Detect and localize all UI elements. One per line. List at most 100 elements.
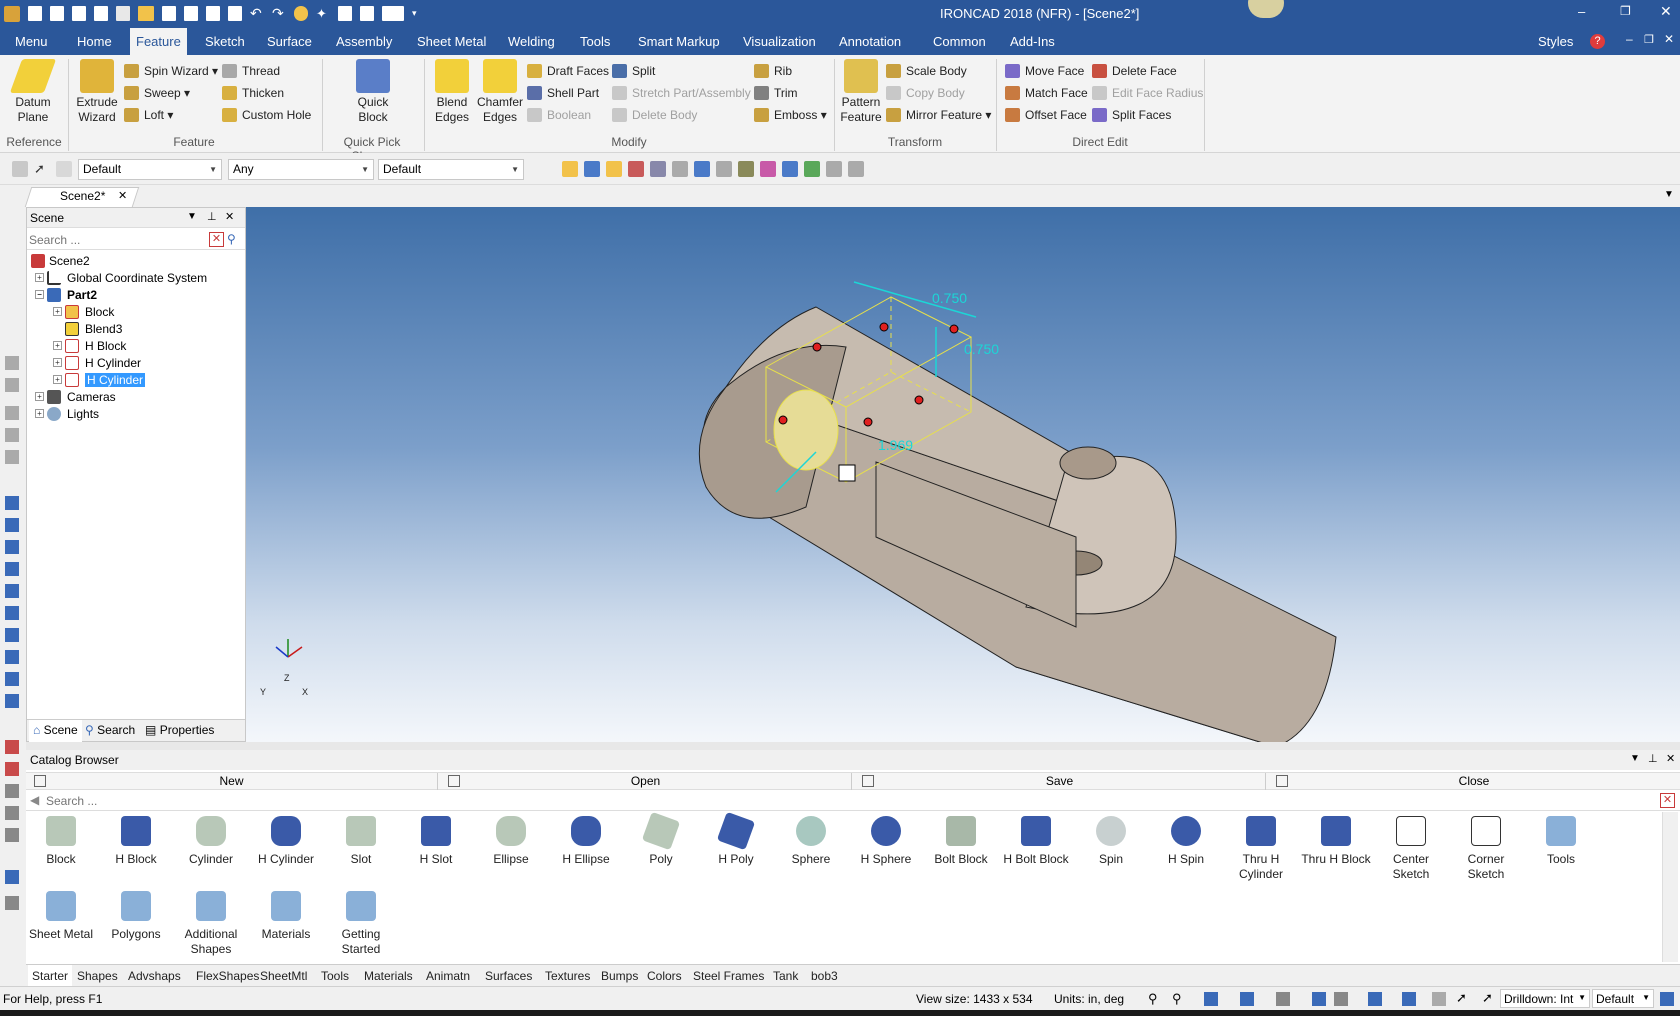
customize-icon[interactable]: ▾ — [412, 6, 422, 21]
tab-list-icon[interactable]: ▼ — [1664, 189, 1674, 200]
catalog-tab-tank[interactable]: Tank — [769, 965, 802, 987]
catalog-item-center-sketch[interactable]: Center Sketch — [1376, 812, 1446, 882]
search-options-icon[interactable]: ⚲ — [227, 232, 242, 247]
mirror-feature-button[interactable]: Mirror Feature ▾ — [886, 105, 991, 125]
table-icon[interactable] — [716, 161, 732, 177]
tool-icon[interactable] — [5, 496, 19, 510]
export-icon[interactable] — [650, 161, 666, 177]
shell-part-button[interactable]: Shell Part — [527, 83, 599, 103]
catalog-item-cylinder[interactable]: Cylinder — [176, 812, 246, 867]
tab-visualization[interactable]: Visualization — [737, 28, 822, 55]
tree-item-h-cylinder-selected[interactable]: + H Cylinder — [53, 371, 146, 389]
mail-icon[interactable] — [94, 6, 108, 21]
list-icon[interactable] — [360, 6, 374, 21]
tool-icon[interactable] — [5, 356, 19, 370]
stretch-button[interactable]: Stretch Part/Assembly — [612, 83, 751, 103]
cursor-icon[interactable]: ➚ — [1456, 990, 1467, 1006]
clear-search-icon[interactable]: ✕ — [1660, 793, 1675, 808]
trim-button[interactable]: Trim — [754, 83, 798, 103]
catalog-item-sphere[interactable]: Sphere — [776, 812, 846, 867]
catalog-tab-advshaps[interactable]: Advshaps — [124, 965, 185, 987]
collapse-icon[interactable]: − — [35, 290, 44, 299]
catalog-item-thru-h-cylinder[interactable]: Thru H Cylinder — [1226, 812, 1296, 882]
expand-icon[interactable]: + — [53, 375, 62, 384]
restore-button[interactable]: ❐ — [1620, 4, 1631, 18]
doc-minimize-button[interactable]: – — [1626, 32, 1633, 46]
catalog-item-ellipse[interactable]: Ellipse — [476, 812, 546, 867]
spin-wizard-button[interactable]: Spin Wizard ▾ — [124, 61, 218, 81]
star-icon[interactable]: ✦ — [316, 6, 330, 21]
tree-item-part2[interactable]: − Part2 — [35, 286, 97, 304]
match-face-button[interactable]: Match Face — [1005, 83, 1088, 103]
glasses-icon[interactable] — [1334, 992, 1348, 1006]
settings-icon[interactable] — [848, 161, 864, 177]
tab-smart-markup[interactable]: Smart Markup — [632, 28, 726, 55]
catalog-item-block[interactable]: Block — [26, 812, 96, 867]
save-as-icon[interactable] — [184, 6, 198, 21]
close-icon[interactable]: ✕ — [118, 189, 127, 202]
close-all-icon[interactable] — [72, 6, 86, 21]
thicken-button[interactable]: Thicken — [222, 83, 284, 103]
tool-icon[interactable] — [5, 406, 19, 420]
grid-icon[interactable] — [338, 6, 352, 21]
close-doc-icon[interactable] — [50, 6, 64, 21]
tool-icon[interactable] — [5, 806, 19, 820]
chevron-down-icon[interactable]: ▼ — [1630, 753, 1640, 764]
catalog-item-materials[interactable]: Materials — [251, 887, 321, 942]
open-folder-icon[interactable] — [562, 161, 578, 177]
blend-edges-button[interactable]: Blend Edges — [430, 59, 474, 125]
3d-viewport[interactable]: 0.750 0.750 1.969 Z Y X — [246, 207, 1680, 742]
panel-splitter[interactable] — [26, 742, 1680, 750]
pointer-icon[interactable]: ➚ — [34, 161, 50, 177]
tool-icon[interactable] — [5, 694, 19, 708]
catalog-item-h-spin[interactable]: H Spin — [1151, 812, 1221, 867]
person-icon[interactable] — [826, 161, 842, 177]
tab-annotation[interactable]: Annotation — [833, 28, 907, 55]
draft-faces-button[interactable]: Draft Faces — [527, 61, 609, 81]
part-model[interactable] — [246, 207, 1680, 742]
scale-body-button[interactable]: Scale Body — [886, 61, 967, 81]
catalog-item-bolt-block[interactable]: Bolt Block — [926, 812, 996, 867]
network-icon[interactable] — [1660, 992, 1674, 1006]
tool-icon[interactable] — [5, 378, 19, 392]
emboss-button[interactable]: Emboss ▾ — [754, 105, 827, 125]
pattern-feature-button[interactable]: Pattern Feature — [838, 59, 884, 125]
copy-icon[interactable] — [782, 161, 798, 177]
save-icon[interactable] — [162, 6, 176, 21]
zoom-window-icon[interactable]: ⚲ — [1172, 991, 1182, 1007]
tab-welding[interactable]: Welding — [502, 28, 561, 55]
boolean-button[interactable]: Boolean — [527, 105, 591, 125]
scene-search-input[interactable] — [29, 231, 207, 249]
import-icon[interactable] — [628, 161, 644, 177]
render-icon[interactable] — [672, 161, 688, 177]
catalog-item-slot[interactable]: Slot — [326, 812, 396, 867]
custom-hole-button[interactable]: Custom Hole — [222, 105, 311, 125]
catalog-item-additional-shapes[interactable]: Additional Shapes — [176, 887, 246, 957]
tool-icon[interactable] — [5, 540, 19, 554]
chevron-down-icon[interactable]: ▼ — [187, 211, 197, 222]
tab-search[interactable]: ⚲ Search — [85, 723, 135, 737]
tab-scene[interactable]: ⌂ Scene — [29, 720, 82, 742]
tab-properties[interactable]: ▤ Properties — [145, 723, 214, 737]
catalog-tab-starter[interactable]: Starter — [28, 965, 73, 987]
filter-combo-2[interactable]: Any ▼ — [228, 159, 374, 180]
catalog-item-h-cylinder[interactable]: H Cylinder — [251, 812, 321, 867]
tab-feature[interactable]: Feature — [130, 28, 187, 55]
tool-icon[interactable] — [5, 562, 19, 576]
catalog-tab-shapes[interactable]: Shapes — [73, 965, 122, 987]
save-icon[interactable] — [584, 161, 600, 177]
browse-icon[interactable] — [606, 161, 622, 177]
app-icon[interactable] — [4, 6, 20, 22]
layers-icon[interactable] — [1402, 992, 1416, 1006]
catalog-item-poly[interactable]: Poly — [626, 811, 696, 867]
catalog-tab-colors[interactable]: Colors — [643, 965, 686, 987]
tool-icon[interactable] — [5, 870, 19, 884]
catalog-item-thru-h-block[interactable]: Thru H Block — [1301, 812, 1371, 867]
view-orient-icon[interactable] — [1240, 992, 1254, 1006]
edit-icon[interactable] — [1312, 992, 1326, 1006]
user-avatar[interactable] — [1248, 0, 1284, 18]
styles-menu[interactable]: Styles — [1532, 28, 1579, 55]
dimension-label-length[interactable]: 1.969 — [878, 437, 913, 453]
catalog-item-h-slot[interactable]: H Slot — [401, 812, 471, 867]
tab-home[interactable]: Home — [71, 28, 118, 55]
